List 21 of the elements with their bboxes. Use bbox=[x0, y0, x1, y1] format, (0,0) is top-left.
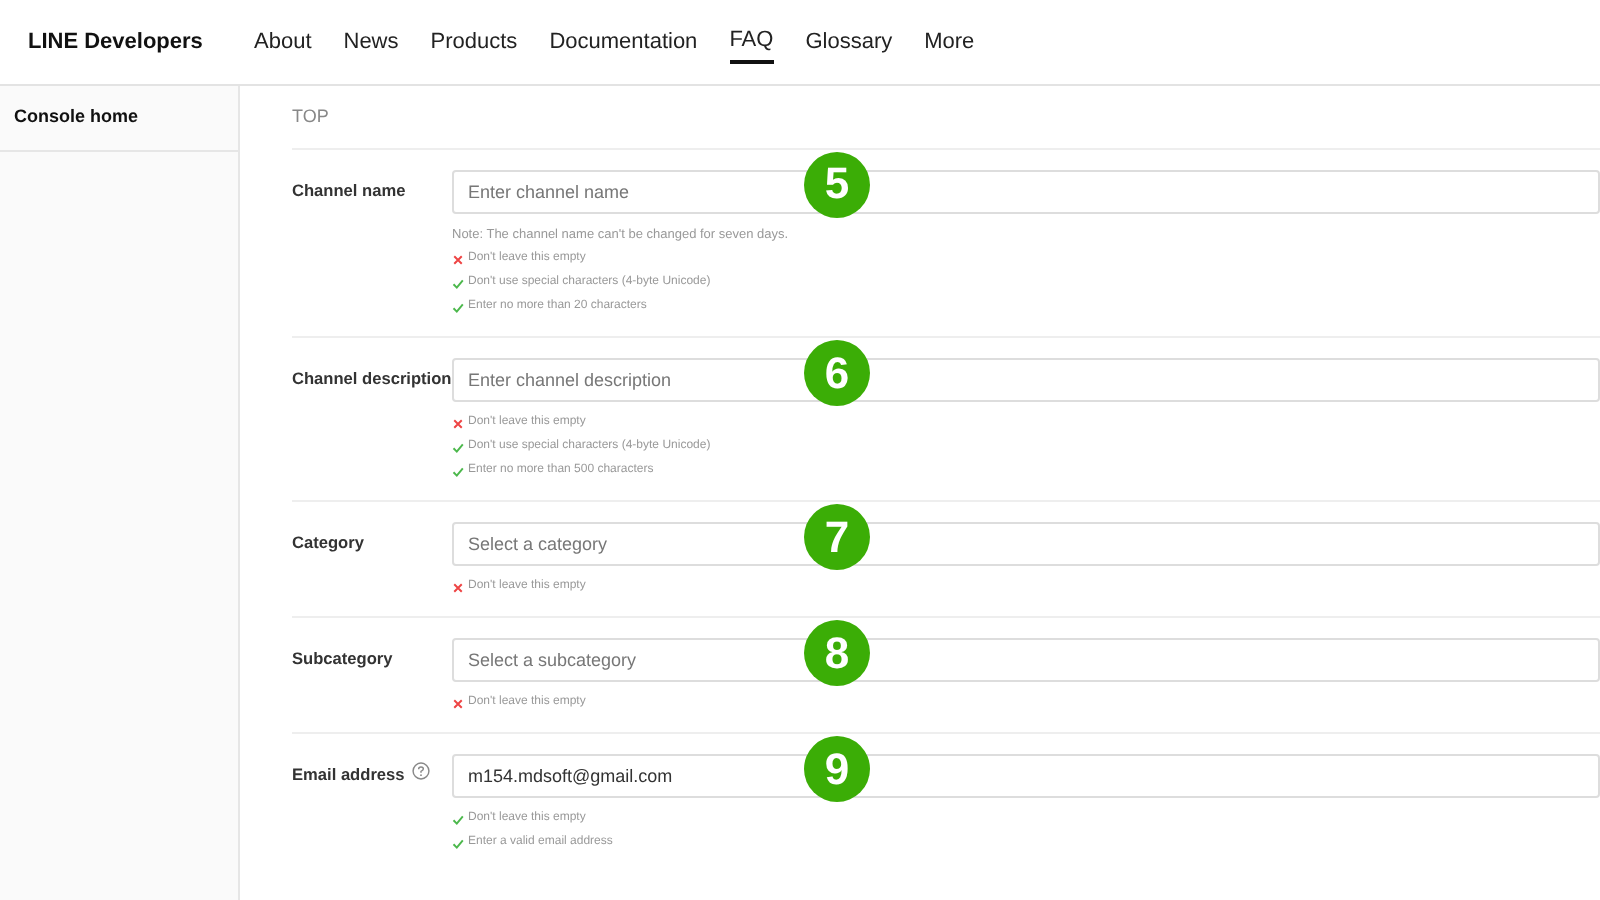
field-label: Channel description bbox=[292, 366, 452, 392]
help-icon[interactable] bbox=[412, 762, 431, 781]
nav-link[interactable]: More bbox=[924, 21, 975, 63]
nav-link[interactable]: Documentation bbox=[549, 21, 698, 63]
nav-link[interactable]: About bbox=[254, 21, 312, 63]
number-badge: 6 bbox=[804, 340, 870, 407]
field-label: Channel name bbox=[292, 177, 406, 202]
field-label: Subcategory bbox=[292, 646, 393, 672]
number-badge: 9 bbox=[804, 736, 870, 803]
nav-link[interactable]: FAQ bbox=[729, 19, 774, 65]
nav-link[interactable]: News bbox=[343, 21, 399, 63]
field-label: Category bbox=[292, 530, 364, 556]
breadcrumb[interactable]: TOP bbox=[292, 86, 1600, 147]
sidebar-item[interactable]: Console home bbox=[0, 86, 238, 151]
number-badge: 7 bbox=[804, 504, 870, 571]
number-badge: 5 bbox=[804, 151, 870, 217]
logo-text[interactable]: LINE Developers bbox=[28, 25, 254, 59]
nav-link[interactable]: Glossary bbox=[805, 21, 893, 63]
number-badge: 8 bbox=[804, 620, 870, 687]
nav-link[interactable]: Products bbox=[430, 21, 518, 63]
field-label: Email address bbox=[292, 762, 405, 788]
